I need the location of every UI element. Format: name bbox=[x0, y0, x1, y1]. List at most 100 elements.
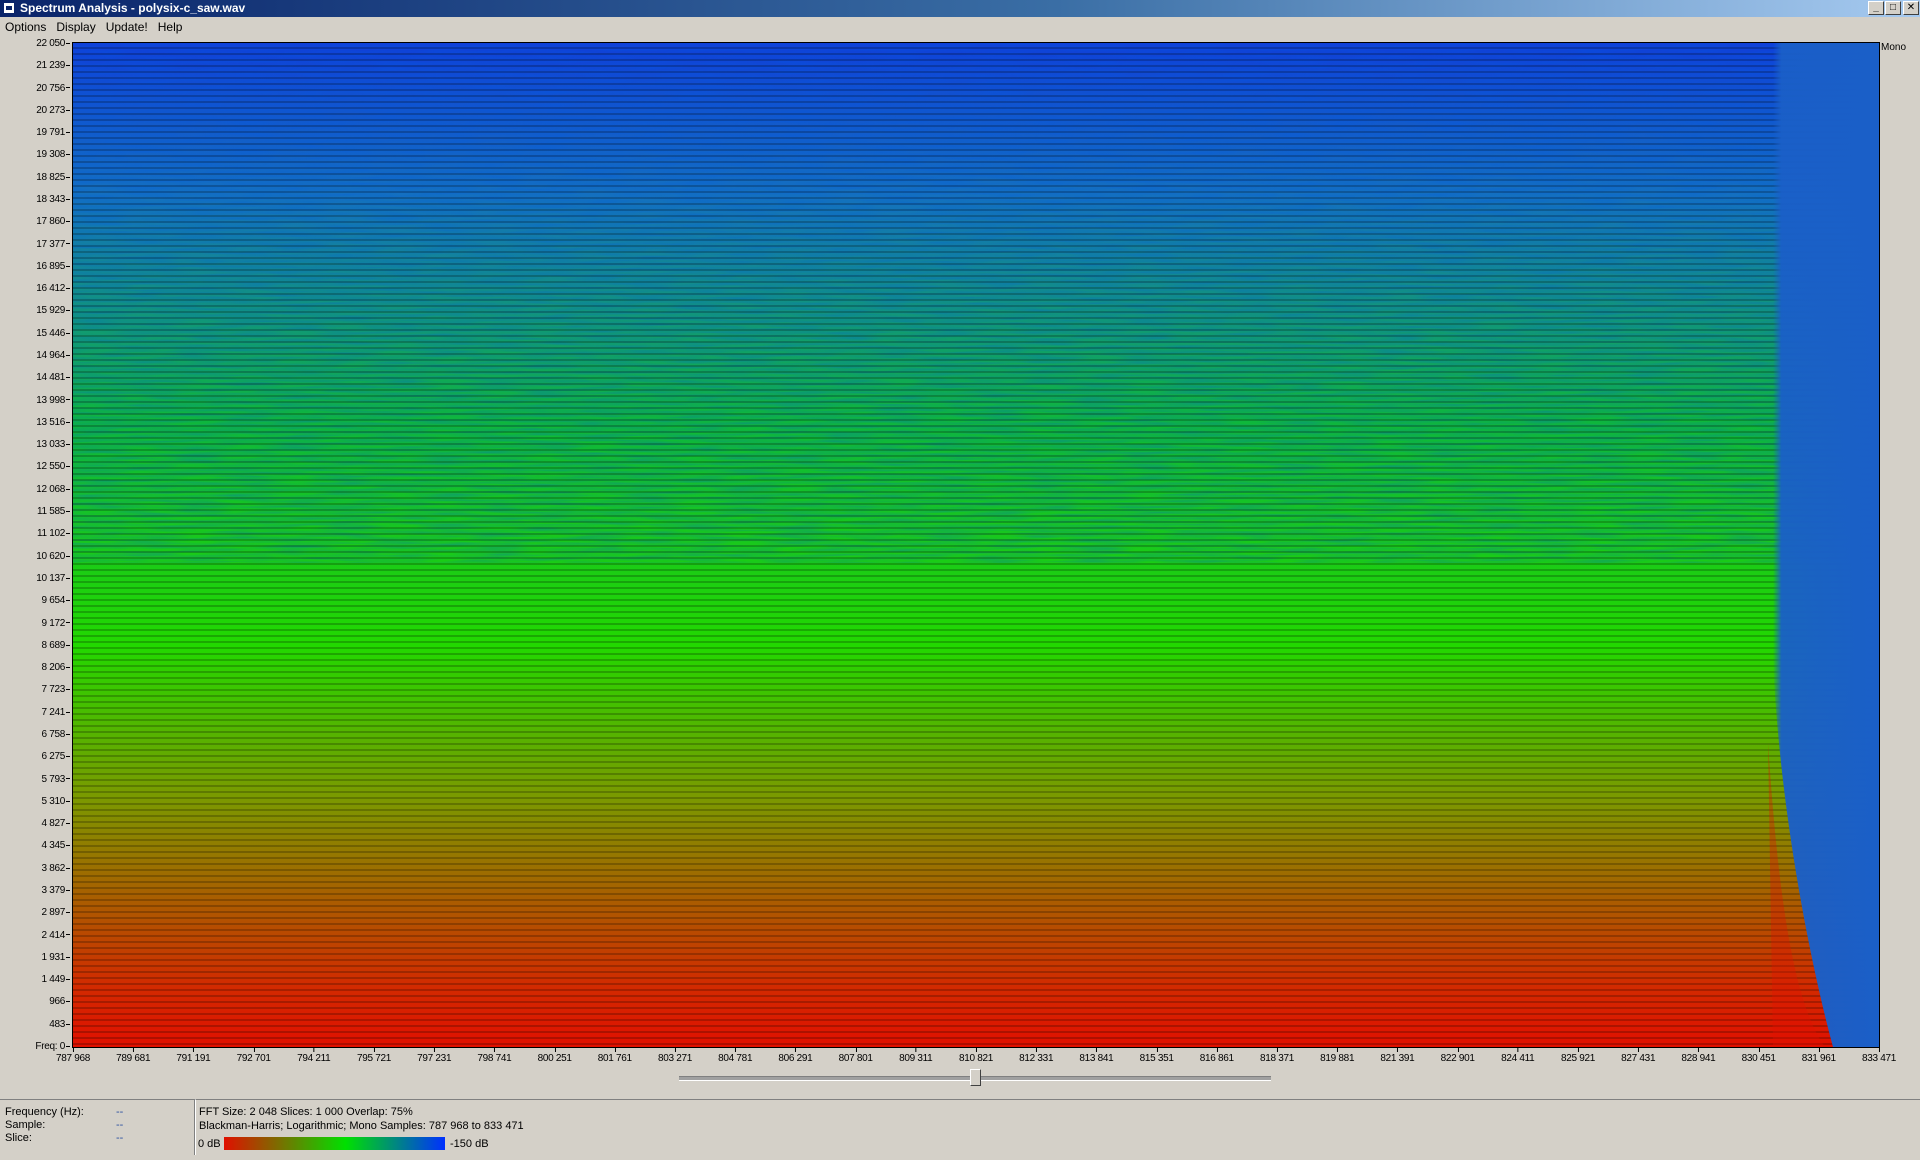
x-tick-label: 792 701 bbox=[236, 1048, 271, 1064]
minimize-button[interactable]: _ bbox=[1868, 1, 1884, 15]
y-tick-label: 15 446 bbox=[36, 328, 70, 339]
y-tick-label: 1 931 bbox=[41, 952, 70, 963]
x-tick-label: 801 761 bbox=[597, 1048, 632, 1064]
y-tick-label: 4 345 bbox=[41, 841, 70, 851]
frequency-axis: 22 050 21 239 20 756 20 273 19 791 19 308 18 8… bbox=[0, 37, 72, 1052]
y-tick-label: 22 050 bbox=[36, 39, 70, 49]
sample-axis: 787 968 789 681 791 191 792 701 794 211 795 7… bbox=[56, 1048, 1896, 1066]
y-tick-label: 7 723 bbox=[41, 685, 70, 695]
legend-max-label: -150 dB bbox=[450, 1138, 489, 1150]
app-icon[interactable] bbox=[3, 2, 15, 14]
y-tick-label: 21 239 bbox=[36, 61, 70, 71]
close-button[interactable]: ✕ bbox=[1903, 1, 1919, 15]
y-tick-label: 16 895 bbox=[36, 261, 70, 272]
x-tick-label: 821 391 bbox=[1380, 1048, 1415, 1064]
sample-label: Sample: bbox=[5, 1119, 46, 1131]
y-tick-label: 5 310 bbox=[41, 796, 70, 807]
x-tick-label: 816 861 bbox=[1199, 1048, 1234, 1064]
y-tick-label: 3 862 bbox=[41, 863, 70, 874]
y-tick-label: 1 449 bbox=[41, 975, 70, 985]
x-tick-label: 833 471 bbox=[1861, 1048, 1897, 1064]
sample-value: -- bbox=[116, 1119, 124, 1131]
menu-update[interactable]: Update! bbox=[101, 17, 153, 37]
slice-label: Slice: bbox=[5, 1132, 32, 1144]
channel-label: Mono bbox=[1881, 42, 1907, 53]
y-tick-label: 18 343 bbox=[36, 195, 70, 205]
maximize-button[interactable]: □ bbox=[1885, 1, 1901, 15]
y-tick-label: Freq: 0 bbox=[35, 1042, 70, 1052]
y-tick-label: 18 825 bbox=[36, 172, 70, 183]
y-tick-label: 19 308 bbox=[36, 150, 70, 160]
y-tick-label: 20 273 bbox=[36, 105, 70, 116]
menu-options[interactable]: Options bbox=[0, 17, 51, 37]
x-tick-label: 818 371 bbox=[1259, 1048, 1295, 1064]
x-tick-label: 822 901 bbox=[1440, 1048, 1475, 1064]
x-tick-label: 810 821 bbox=[958, 1048, 994, 1064]
y-tick-label: 19 791 bbox=[36, 128, 70, 138]
x-tick-label: 824 411 bbox=[1501, 1048, 1535, 1064]
menu-bar: Options Display Update! Help bbox=[0, 17, 1920, 37]
x-tick-label: 813 841 bbox=[1079, 1048, 1114, 1064]
frequency-value: -- bbox=[116, 1106, 124, 1118]
x-tick-label: 812 331 bbox=[1019, 1048, 1054, 1064]
spectrogram-canvas bbox=[73, 43, 1879, 1047]
slice-value: -- bbox=[116, 1132, 124, 1144]
x-tick-label: 815 351 bbox=[1139, 1048, 1174, 1064]
y-tick-label: 11 585 bbox=[37, 507, 70, 517]
scroll-thumb[interactable] bbox=[970, 1069, 981, 1086]
y-tick-label: 966 bbox=[49, 997, 70, 1007]
x-tick-label: 827 431 bbox=[1621, 1048, 1656, 1064]
y-tick-label: 15 929 bbox=[36, 306, 70, 316]
y-tick-label: 8 206 bbox=[41, 663, 70, 673]
x-tick-label: 794 211 bbox=[297, 1048, 331, 1064]
y-tick-label: 12 550 bbox=[36, 462, 70, 472]
y-tick-label: 3 379 bbox=[41, 885, 70, 896]
spectrogram-plot[interactable] bbox=[72, 42, 1880, 1048]
x-tick-label: 789 681 bbox=[116, 1048, 151, 1064]
frequency-label: Frequency (Hz): bbox=[5, 1106, 84, 1118]
menu-help[interactable]: Help bbox=[153, 17, 188, 37]
y-tick-label: 14 964 bbox=[36, 351, 70, 361]
y-tick-label: 4 827 bbox=[41, 819, 70, 829]
x-tick-label: 800 251 bbox=[537, 1048, 572, 1064]
y-tick-label: 11 102 bbox=[37, 529, 70, 539]
x-tick-label: 795 721 bbox=[356, 1048, 392, 1064]
y-tick-label: 9 172 bbox=[41, 618, 70, 629]
window-title: Spectrum Analysis - polysix-c_saw.wav bbox=[20, 1, 246, 15]
y-tick-label: 17 860 bbox=[36, 217, 70, 227]
x-tick-label: 806 291 bbox=[778, 1048, 813, 1064]
y-tick-label: 17 377 bbox=[36, 239, 70, 250]
x-tick-label: 825 921 bbox=[1560, 1048, 1596, 1064]
x-tick-label: 809 311 bbox=[899, 1048, 933, 1064]
y-tick-label: 16 412 bbox=[36, 284, 70, 294]
y-tick-label: 9 654 bbox=[41, 596, 70, 606]
y-tick-label: 7 241 bbox=[41, 707, 70, 718]
y-tick-label: 12 068 bbox=[36, 484, 70, 495]
y-tick-label: 6 275 bbox=[41, 752, 70, 762]
x-tick-label: 804 781 bbox=[718, 1048, 753, 1064]
x-tick-label: 830 451 bbox=[1741, 1048, 1776, 1064]
y-tick-label: 10 137 bbox=[36, 573, 70, 584]
y-tick-label: 2 897 bbox=[41, 908, 70, 918]
x-tick-label: 819 881 bbox=[1320, 1048, 1355, 1064]
x-tick-label: 798 741 bbox=[477, 1048, 512, 1064]
cursor-readout-panel: Frequency (Hz): -- Sample: -- Slice: -- bbox=[0, 1099, 195, 1155]
fft-info: FFT Size: 2 048 Slices: 1 000 Overlap: 7… bbox=[199, 1106, 413, 1118]
x-tick-label: 828 941 bbox=[1681, 1048, 1716, 1064]
y-tick-label: 10 620 bbox=[36, 551, 70, 562]
menu-display[interactable]: Display bbox=[51, 17, 100, 37]
y-tick-label: 13 033 bbox=[36, 440, 70, 450]
x-tick-label: 797 231 bbox=[417, 1048, 452, 1064]
y-tick-label: 20 756 bbox=[36, 83, 70, 94]
y-tick-label: 8 689 bbox=[41, 640, 70, 651]
y-tick-label: 13 516 bbox=[36, 417, 70, 428]
y-tick-label: 13 998 bbox=[36, 395, 70, 406]
y-tick-label: 2 414 bbox=[41, 930, 70, 941]
window-info: Blackman-Harris; Logarithmic; Mono Sampl… bbox=[199, 1120, 524, 1132]
analysis-info-panel: FFT Size: 2 048 Slices: 1 000 Overlap: 7… bbox=[195, 1099, 1920, 1155]
y-tick-label: 14 481 bbox=[36, 373, 70, 383]
title-bar[interactable]: Spectrum Analysis - polysix-c_saw.wav _ … bbox=[0, 0, 1920, 17]
x-tick-label: 807 801 bbox=[838, 1048, 873, 1064]
y-tick-label: 5 793 bbox=[41, 774, 70, 785]
x-tick-label: 803 271 bbox=[657, 1048, 693, 1064]
